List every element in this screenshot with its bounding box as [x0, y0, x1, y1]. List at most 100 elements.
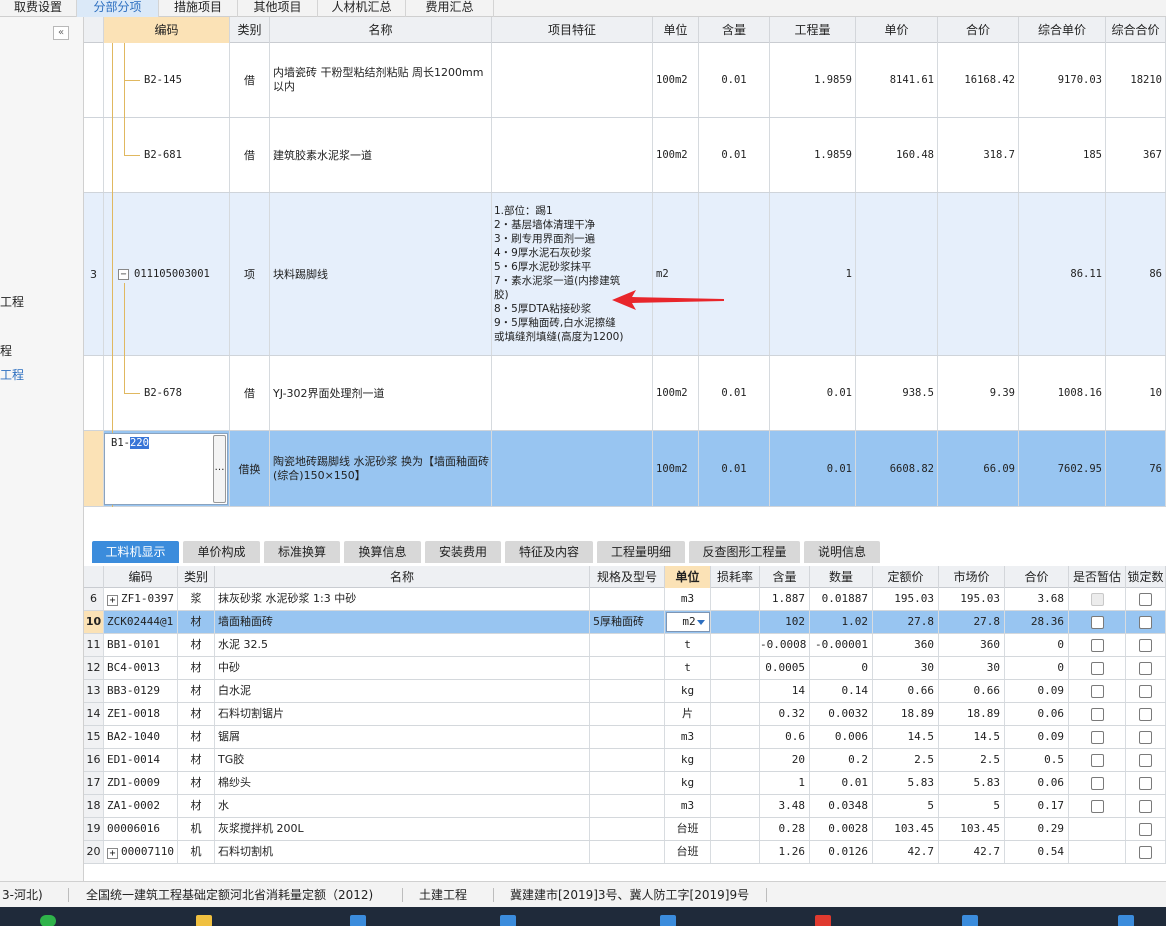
row-quantity[interactable]: 0.01: [770, 431, 856, 506]
row-quantity[interactable]: 1.9859: [770, 43, 856, 117]
chevron-down-icon[interactable]: [697, 620, 705, 625]
row-loss-rate[interactable]: [711, 657, 760, 679]
folder-icon[interactable]: [196, 915, 212, 926]
grid-row[interactable]: B2-678 借 YJ-302界面处理剂一道 100m2 0.01 0.01 9…: [84, 356, 1166, 431]
row-unit[interactable]: m3: [665, 726, 711, 748]
row-content[interactable]: 0.0005: [760, 657, 810, 679]
row-unit[interactable]: 片: [665, 703, 711, 725]
app-icon[interactable]: [660, 915, 676, 926]
row-unit[interactable]: kg: [665, 772, 711, 794]
app-icon[interactable]: [815, 915, 831, 926]
row-name[interactable]: 水: [215, 795, 590, 817]
tab-labor-material-summary[interactable]: 人材机汇总: [318, 0, 406, 17]
row-code[interactable]: ZCK02444@1: [104, 611, 178, 633]
tab-features-content[interactable]: 特征及内容: [505, 541, 593, 563]
tab-installation-fees[interactable]: 安装费用: [425, 541, 501, 563]
row-quantity[interactable]: 0.01: [770, 356, 856, 430]
row-unit[interactable]: t: [665, 657, 711, 679]
row-content[interactable]: 1: [760, 772, 810, 794]
row-content[interactable]: [699, 193, 770, 355]
header-comp-total[interactable]: 综合合价: [1106, 17, 1166, 43]
row-unit[interactable]: 100m2: [653, 118, 699, 192]
row-name[interactable]: 棉纱头: [215, 772, 590, 794]
provisional-checkbox[interactable]: [1090, 753, 1104, 767]
row-name[interactable]: 墙面釉面砖: [215, 611, 590, 633]
row-loss-rate[interactable]: [711, 818, 760, 840]
row-name[interactable]: 石料切割机: [215, 841, 590, 863]
row-code[interactable]: −011105003001: [104, 193, 230, 355]
header-unit[interactable]: 单位: [665, 566, 711, 588]
row-content[interactable]: 3.48: [760, 795, 810, 817]
table-row[interactable]: 11 BB1-0101 材水泥 32.5 t -0.0008 -0.00001 360 360…: [84, 634, 1166, 657]
row-loss-rate[interactable]: [711, 841, 760, 863]
row-feature[interactable]: [492, 356, 653, 430]
lock-qty-checkbox[interactable]: [1139, 822, 1152, 836]
row-spec[interactable]: [590, 749, 665, 771]
row-code[interactable]: BA2-1040: [104, 726, 178, 748]
lock-qty-checkbox[interactable]: [1139, 638, 1152, 652]
row-name[interactable]: 建筑胶素水泥浆一道: [270, 118, 492, 192]
provisional-checkbox[interactable]: [1090, 799, 1104, 813]
app-icon[interactable]: [1118, 915, 1134, 926]
row-feature[interactable]: [492, 118, 653, 192]
row-feature[interactable]: 1.部位：踢1 2・基层墙体清理干净 3・刷专用界面剂一遍 4・9厚水泥石灰砂浆…: [492, 193, 653, 355]
lock-qty-checkbox[interactable]: [1139, 730, 1152, 744]
row-spec[interactable]: [590, 726, 665, 748]
row-unit[interactable]: kg: [665, 749, 711, 771]
row-content[interactable]: 102: [760, 611, 810, 633]
row-unit[interactable]: t: [665, 634, 711, 656]
row-spec[interactable]: [590, 841, 665, 863]
row-loss-rate[interactable]: [711, 611, 760, 633]
tab-reverse-graphic-quantity[interactable]: 反查图形工程量: [689, 541, 800, 563]
row-market-price[interactable]: 14.5: [939, 726, 1005, 748]
row-market-price[interactable]: 42.7: [939, 841, 1005, 863]
tab-fee-summary[interactable]: 费用汇总: [406, 0, 494, 17]
header-content[interactable]: 含量: [760, 566, 810, 588]
tab-description[interactable]: 说明信息: [804, 541, 880, 563]
table-row[interactable]: 6 + ZF1-0397 浆抹灰砂浆 水泥砂浆 1:3 中砂 m3 1.887 0.0188…: [84, 588, 1166, 611]
row-name[interactable]: 内墙瓷砖 干粉型粘结剂粘贴 周长1200mm以内: [270, 43, 492, 117]
row-unit[interactable]: 100m2: [653, 43, 699, 117]
row-code[interactable]: ZE1-0018: [104, 703, 178, 725]
table-row[interactable]: 19 00006016 机灰浆搅拌机 200L 台班 0.28 0.0028 103.45 1…: [84, 818, 1166, 841]
row-content[interactable]: 14: [760, 680, 810, 702]
row-market-price[interactable]: 103.45: [939, 818, 1005, 840]
row-content[interactable]: 0.01: [699, 431, 770, 506]
row-spec[interactable]: [590, 795, 665, 817]
provisional-checkbox[interactable]: [1090, 684, 1104, 698]
provisional-checkbox[interactable]: [1090, 661, 1104, 675]
row-spec[interactable]: [590, 703, 665, 725]
lock-qty-checkbox[interactable]: [1139, 845, 1152, 859]
provisional-checkbox[interactable]: [1090, 707, 1104, 721]
row-name[interactable]: 陶瓷地砖踢脚线 水泥砂浆 换为【墙面釉面砖(综合)150×150】: [270, 431, 492, 506]
row-name[interactable]: 块料踢脚线: [270, 193, 492, 355]
table-row[interactable]: 13 BB3-0129 材白水泥 kg 14 0.14 0.66 0.66 0.09: [84, 680, 1166, 703]
tab-measures[interactable]: 措施项目: [159, 0, 238, 17]
collapse-panel-button[interactable]: «: [53, 26, 69, 40]
row-code[interactable]: +00007110: [104, 841, 178, 863]
grid-row-item[interactable]: 3 −011105003001 项 块料踢脚线 1.部位：踢1 2・基层墙体清理…: [84, 193, 1166, 356]
table-row[interactable]: 12 BC4-0013 材中砂 t 0.0005 0 30 30 0: [84, 657, 1166, 680]
lock-qty-checkbox[interactable]: [1139, 707, 1152, 721]
lock-qty-checkbox[interactable]: [1139, 661, 1152, 675]
row-spec[interactable]: [590, 657, 665, 679]
row-code[interactable]: BB3-0129: [104, 680, 178, 702]
table-row[interactable]: 15 BA2-1040 材锯屑 m3 0.6 0.006 14.5 14.5 0.09: [84, 726, 1166, 749]
row-loss-rate[interactable]: [711, 772, 760, 794]
table-row-selected[interactable]: 10 ZCK02444@1 材墙面釉面砖 5厚釉面砖 m2 102 1.02 27.8 27.8…: [84, 611, 1166, 634]
row-name[interactable]: 灰浆搅拌机 200L: [215, 818, 590, 840]
header-code[interactable]: 编码: [104, 17, 230, 43]
row-loss-rate[interactable]: [711, 680, 760, 702]
grid-row-selected[interactable]: 借换 陶瓷地砖踢脚线 水泥砂浆 换为【墙面釉面砖(综合)150×150】 100…: [84, 431, 1166, 507]
row-unit[interactable]: kg: [665, 680, 711, 702]
row-feature[interactable]: [492, 43, 653, 117]
row-content[interactable]: 0.28: [760, 818, 810, 840]
row-spec[interactable]: [590, 680, 665, 702]
row-unit[interactable]: 台班: [665, 841, 711, 863]
header-provisional[interactable]: 是否暂估: [1069, 566, 1126, 588]
row-quantity[interactable]: 0.0348: [810, 795, 873, 817]
app-icon[interactable]: [962, 915, 978, 926]
row-content[interactable]: 1.887: [760, 588, 810, 610]
collapse-icon[interactable]: −: [118, 268, 129, 280]
row-name[interactable]: 白水泥: [215, 680, 590, 702]
